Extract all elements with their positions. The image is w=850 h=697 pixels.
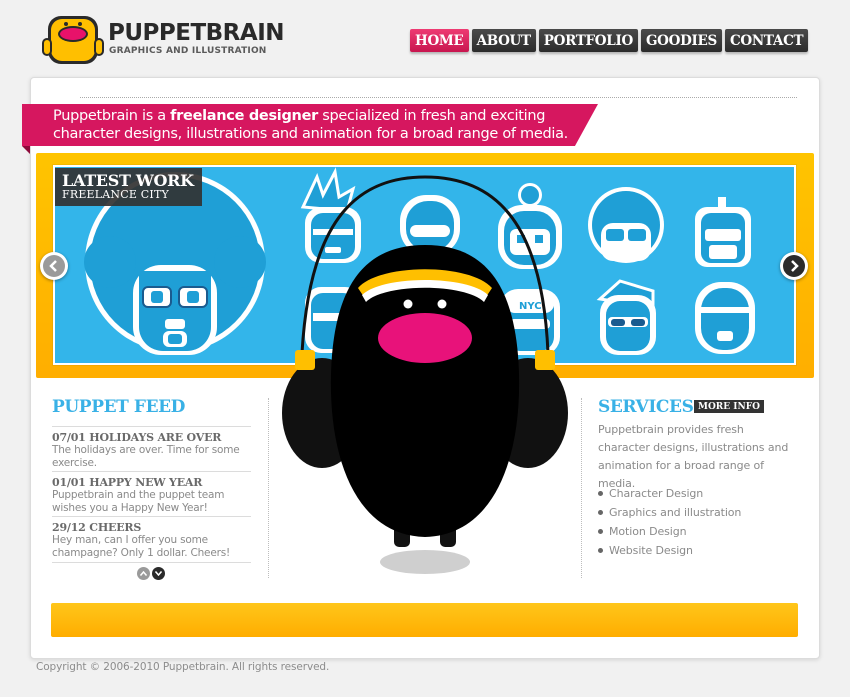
ribbon-fold <box>22 146 30 154</box>
more-info-button[interactable]: MORE INFO <box>694 400 764 413</box>
service-item: Character Design <box>598 484 741 503</box>
feed-item[interactable]: 07/01 HOLIDAYS ARE OVER The holidays are… <box>52 426 251 471</box>
feed-item-heading[interactable]: 01/01 HAPPY NEW YEAR <box>52 476 251 489</box>
feed-item-body: The holidays are over. Time for some exe… <box>52 444 240 469</box>
sunglasses-character <box>596 279 656 355</box>
nav-contact[interactable]: CONTACT <box>724 29 809 52</box>
chevron-right-icon <box>783 255 805 277</box>
services-title: SERVICES <box>598 397 694 417</box>
feed-item-body: Puppetbrain and the puppet team wishes y… <box>52 489 225 514</box>
service-item: Website Design <box>598 541 741 560</box>
feed-item-body: Hey man, can I offer you some champagne?… <box>52 534 230 559</box>
nav-goodies[interactable]: GOODIES <box>640 29 722 52</box>
services-list: Character Design Graphics and illustrati… <box>598 484 741 560</box>
carousel-next-button[interactable] <box>780 252 808 280</box>
logo-title: PUPPETBRAIN <box>108 20 285 46</box>
services-description: Puppetbrain provides fresh character des… <box>598 423 789 490</box>
logo-subtitle: GRAPHICS AND ILLUSTRATION <box>109 46 267 56</box>
copyright-text: Copyright © 2006-2010 Puppetbrain. All r… <box>36 661 330 673</box>
site-logo[interactable]: PUPPETBRAIN GRAPHICS AND ILLUSTRATION <box>42 12 292 68</box>
curly-glasses-character <box>588 187 664 263</box>
jumping-puppet-mascot <box>282 175 568 574</box>
feed-pager <box>137 567 165 580</box>
beanie-character <box>695 282 755 354</box>
main-nav: HOME ABOUT PORTFOLIO GOODIES CONTACT <box>410 29 809 52</box>
feed-list: 07/01 HOLIDAYS ARE OVER The holidays are… <box>52 426 251 561</box>
intro-text: Puppetbrain is a freelance designer spec… <box>53 108 568 142</box>
puppet-mascot-logo-icon <box>42 16 104 64</box>
top-divider <box>80 97 797 98</box>
nav-about[interactable]: ABOUT <box>471 29 536 52</box>
column-divider-right <box>581 398 582 578</box>
feed-item-heading[interactable]: 07/01 HOLIDAYS ARE OVER <box>52 431 251 444</box>
service-item: Motion Design <box>598 522 741 541</box>
nav-portfolio[interactable]: PORTFOLIO <box>538 29 638 52</box>
intro-highlight: freelance designer <box>170 108 318 124</box>
latest-work-subtitle: FREELANCE CITY <box>62 188 169 201</box>
nav-home[interactable]: HOME <box>410 29 469 52</box>
carousel-prev-button[interactable] <box>40 252 68 280</box>
chevron-left-icon <box>43 255 65 277</box>
mohawk-character <box>695 197 751 267</box>
chevron-up-icon[interactable] <box>137 567 150 580</box>
puppet-feed-title: PUPPET FEED <box>52 397 186 417</box>
feed-item-heading[interactable]: 29/12 CHEERS <box>52 521 251 534</box>
chevron-down-icon[interactable] <box>152 567 165 580</box>
service-item: Graphics and illustration <box>598 503 741 522</box>
feed-item[interactable]: 29/12 CHEERS Hey man, can I offer you so… <box>52 516 251 561</box>
feed-divider <box>52 562 251 563</box>
column-divider-left <box>268 398 269 578</box>
feed-item[interactable]: 01/01 HAPPY NEW YEAR Puppetbrain and the… <box>52 471 251 516</box>
footer-yellow-bar <box>51 603 798 637</box>
